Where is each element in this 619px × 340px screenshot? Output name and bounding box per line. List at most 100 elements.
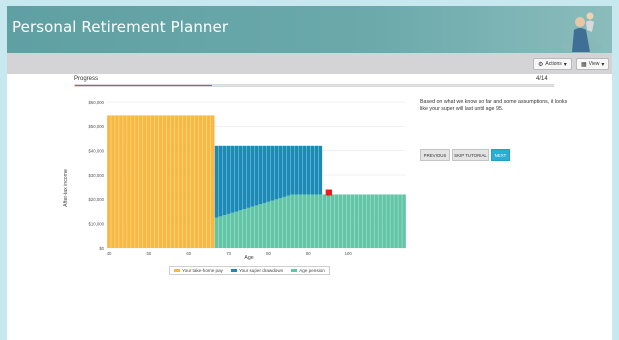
take-home-bar (182, 115, 187, 248)
age-pension-bar (306, 194, 311, 248)
super-drawdown-bar (302, 145, 307, 195)
age-pension-bar (330, 194, 335, 248)
age-pension-bar (298, 194, 303, 248)
progress-label: Progress (74, 76, 99, 82)
super-drawdown-bar (282, 145, 287, 197)
view-button[interactable]: ▦ View ▾ (576, 58, 610, 70)
age-pension-bar (246, 207, 251, 248)
app-frame: Personal Retirement Planner ⚙ Actions ▾ … (7, 6, 612, 340)
take-home-bar (194, 115, 199, 248)
age-pension-bar (334, 194, 339, 248)
age-pension-bar (274, 199, 279, 248)
age-pension-bar (338, 194, 343, 248)
age-pension-bar (310, 194, 315, 248)
age-pension-bar (254, 205, 259, 248)
super-drawdown-bar (230, 145, 235, 213)
y-tick-label: $10,000 (88, 221, 104, 226)
super-drawdown-bar (310, 145, 315, 195)
age-pension-bar (230, 212, 235, 248)
take-home-bar (174, 115, 179, 248)
age-pension-bar (270, 200, 275, 248)
age-pension-bar (234, 211, 239, 248)
age-pension-bar (398, 194, 402, 248)
take-home-bar (147, 115, 151, 248)
progress-count: 4/14 (536, 76, 548, 82)
age-pension-bar (278, 198, 283, 248)
age-pension-bar (350, 194, 355, 248)
take-home-bar (151, 115, 155, 248)
x-tick-label: 60 (186, 251, 191, 256)
take-home-swatch (174, 268, 180, 273)
take-home-bar (210, 115, 215, 248)
take-home-bar (166, 115, 171, 248)
y-tick-label: $0 (99, 246, 104, 251)
tutorial-text: Based on what we know so far and some as… (420, 99, 568, 112)
age-pension-bar (370, 194, 374, 248)
x-tick-label: 100 (345, 251, 353, 256)
super-drawdown-bar (314, 145, 319, 195)
super-drawdown-bar (294, 145, 299, 195)
age-pension-bar (354, 194, 359, 248)
next-button[interactable]: NEXT (491, 149, 510, 161)
take-home-bar (186, 115, 191, 248)
age-pension-bar (382, 194, 386, 248)
caret-down-icon: ▾ (563, 61, 567, 68)
age-pension-bar (226, 213, 231, 248)
skip-tutorial-button[interactable]: SKIP TUTORIAL (452, 149, 489, 161)
age-pension-bar (242, 209, 247, 248)
super-drawdown-bar (226, 145, 231, 214)
y-tick-label: $50,000 (88, 124, 104, 129)
actions-button[interactable]: ⚙ Actions ▾ (533, 58, 572, 70)
age-pension-bar (314, 194, 319, 248)
x-axis-label: Age (244, 255, 253, 261)
progress-bar-fill (75, 85, 212, 86)
previous-button[interactable]: PREVIOUS (420, 149, 450, 161)
age-pension-bar (282, 196, 287, 248)
take-home-bar (202, 115, 207, 248)
y-tick-label: $40,000 (88, 148, 104, 153)
actions-label: Actions (545, 61, 562, 67)
super-drawdown-bar (254, 145, 259, 206)
super-drawdown-bar (234, 145, 239, 212)
age-pension-bar (346, 194, 351, 248)
age-pension-bar (290, 194, 295, 248)
super-drawdown-bar (270, 145, 275, 201)
income-chart-svg: $0 $10,000 $20,000 $30,000 $40,000 $50,000 $60… (63, 100, 406, 261)
take-home-bar (162, 115, 167, 248)
age-pension-bar (266, 201, 271, 248)
age-pension-bar (394, 194, 398, 248)
age-pension-bar (386, 194, 390, 248)
legend-label-pension: Age pension (299, 268, 325, 273)
age-pension-bar (390, 194, 394, 248)
super-drawdown-bar (214, 145, 219, 218)
super-drawdown-bar (306, 145, 311, 195)
take-home-bar (198, 115, 203, 248)
take-home-bar (158, 115, 163, 248)
toolbar: ⚙ Actions ▾ ▦ View ▾ (7, 53, 612, 74)
take-home-bar (143, 115, 147, 248)
age-pension-bar (222, 215, 227, 248)
take-home-bar (115, 115, 119, 248)
legend-item-take-home: Your take-home pay (174, 268, 223, 273)
age-pension-bar (218, 216, 223, 248)
x-tick-label: 80 (266, 251, 271, 256)
x-tick-label: 90 (306, 251, 311, 256)
family-photo-icon (562, 12, 602, 53)
age-pension-bar (302, 194, 307, 248)
super-drawdown-bar (262, 145, 267, 203)
super-drawdown-swatch (230, 268, 237, 273)
y-axis-label: After-tax income (63, 169, 69, 207)
super-drawdown-bar (242, 145, 247, 210)
super-drawdown-bar (218, 145, 223, 217)
super-drawdown-bar (250, 145, 255, 207)
gear-icon: ⚙ (538, 61, 544, 68)
legend-item-super: Your super drawdown (230, 268, 283, 273)
y-tick-label: $20,000 (88, 197, 104, 202)
x-tick-label: 70 (226, 251, 231, 256)
progress-bar (74, 84, 554, 87)
take-home-bar (119, 115, 123, 248)
age-pension-bar (366, 194, 370, 248)
age-pension-bar (214, 217, 219, 248)
legend-item-pension: Age pension (291, 268, 325, 273)
app-title: Personal Retirement Planner (12, 18, 229, 36)
